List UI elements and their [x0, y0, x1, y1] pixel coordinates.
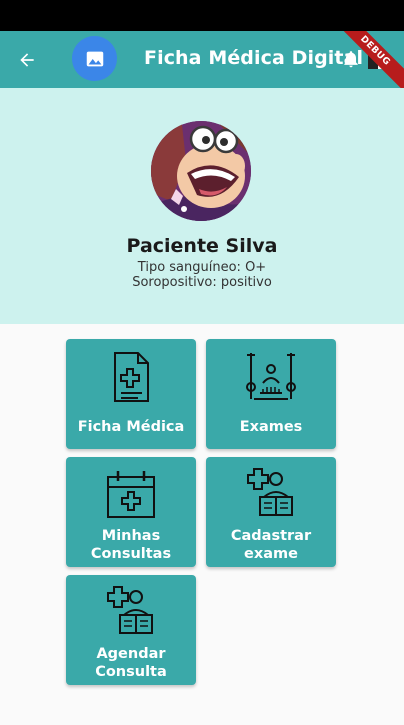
minhas-consultas-label: Minhas Consultas — [66, 527, 196, 563]
patient-name: Paciente Silva — [126, 235, 278, 257]
app-bar: Ficha Médica Digital DEBUG — [0, 31, 404, 88]
image-icon — [86, 51, 103, 66]
ficha-medica-button[interactable]: Ficha Médica — [66, 339, 196, 449]
notifications-button[interactable] — [341, 49, 363, 71]
app-title: Ficha Médica Digital — [144, 47, 364, 69]
cadastrar-exame-label: Cadastrar exame — [206, 527, 336, 563]
agendar-consulta-button[interactable]: Agendar Consulta — [66, 575, 196, 685]
profile-section: Paciente Silva Tipo sanguíneo: O+ Soropo… — [0, 88, 404, 324]
agendar-consulta-label: Agendar Consulta — [66, 645, 196, 681]
cadastrar-exame-button[interactable]: Cadastrar exame — [206, 457, 336, 567]
agendar-consulta-label-line-1: Agendar — [96, 646, 166, 662]
agendar-consulta-label-line-2: Consulta — [95, 664, 167, 680]
medical-document-icon — [114, 352, 149, 402]
cadastrar-exame-label-line-1: Cadastrar — [230, 528, 312, 544]
status-bar — [0, 0, 404, 31]
blood-type-label: Tipo sanguíneo: O+ — [137, 260, 267, 275]
bell-icon — [344, 51, 358, 68]
exames-label: Exames — [239, 419, 303, 435]
lab-test-icon — [246, 353, 296, 400]
health-education-icon — [247, 468, 293, 516]
health-education-icon — [107, 586, 153, 634]
seropositive-label: Soropositivo: positivo — [132, 275, 272, 290]
cadastrar-exame-label-line-2: exame — [244, 546, 298, 562]
app-logo[interactable] — [72, 36, 117, 81]
minhas-consultas-label-line-2: Consultas — [90, 546, 172, 562]
minhas-consultas-button[interactable]: Minhas Consultas — [66, 457, 196, 567]
calendar-medical-icon — [107, 471, 155, 518]
ficha-medica-label: Ficha Médica — [77, 419, 185, 435]
exames-button[interactable]: Exames — [206, 339, 336, 449]
back-button[interactable] — [12, 45, 42, 75]
patient-avatar[interactable] — [151, 121, 251, 221]
arrow-left-icon — [20, 53, 34, 67]
minhas-consultas-label-line-1: Minhas — [101, 528, 161, 544]
avatar-image — [151, 121, 251, 221]
